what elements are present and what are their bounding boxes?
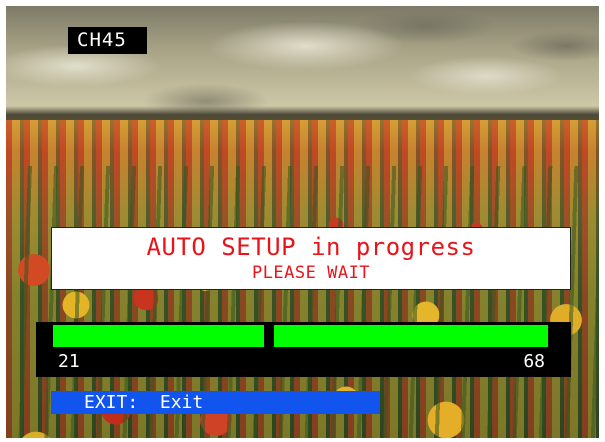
- progress-bar: [53, 325, 548, 347]
- channel-range-end: 68: [523, 351, 545, 372]
- please-wait-text: PLEASE WAIT: [251, 263, 371, 283]
- channel-scan-progress-panel: 21 68: [36, 322, 571, 377]
- exit-action-label: Exit: [159, 392, 204, 413]
- progress-bar-fill: [53, 325, 548, 347]
- channel-range-start: 21: [58, 351, 80, 372]
- exit-key-label: EXIT:: [84, 392, 139, 413]
- channel-indicator: CH45: [68, 27, 147, 54]
- exit-button[interactable]: EXIT: Exit: [51, 391, 380, 414]
- auto-setup-message-box: AUTO SETUP in progress PLEASE WAIT: [51, 227, 571, 290]
- auto-setup-title: AUTO SETUP in progress: [146, 233, 476, 261]
- progress-bar-divider: [264, 325, 274, 347]
- tv-screen: CH45 AUTO SETUP in progress PLEASE WAIT …: [0, 0, 605, 442]
